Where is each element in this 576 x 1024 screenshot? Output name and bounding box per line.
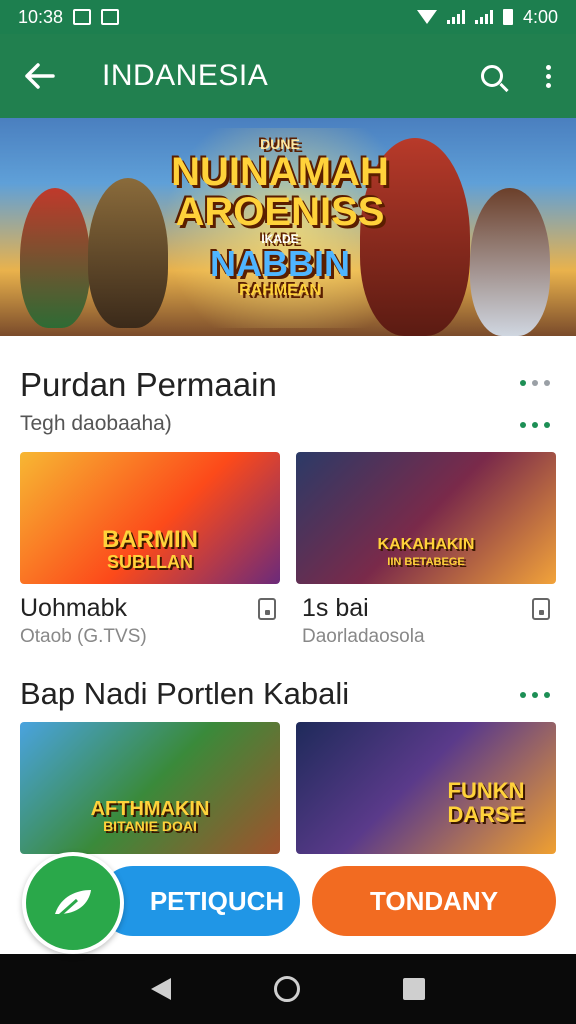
hero-banner[interactable]: DUNE NUINAMAH AROENISS IKADE NABBIN RAHM… bbox=[0, 118, 576, 336]
search-icon bbox=[481, 65, 503, 87]
subtitle-more-icon[interactable] bbox=[520, 422, 550, 428]
blue-action-button[interactable]: PETIQUCH bbox=[98, 866, 300, 936]
hero-title: DUNE NUINAMAH AROENISS IKADE NABBIN RAHM… bbox=[171, 136, 389, 299]
game-card-image[interactable]: AFTHMAKIN BITANIE DOAI bbox=[20, 722, 280, 854]
nav-home-icon[interactable] bbox=[273, 976, 300, 1002]
game-card-name[interactable]: 1s bai bbox=[302, 594, 369, 623]
battery-icon bbox=[502, 9, 513, 25]
app-bar: INDANESIA bbox=[0, 34, 576, 118]
game-card-image[interactable]: BARMIN SUBLLAN bbox=[20, 452, 280, 584]
status-time: 10:38 bbox=[18, 6, 64, 27]
hero-character-left bbox=[20, 188, 90, 328]
wifi-icon bbox=[416, 10, 437, 24]
arrow-left-icon bbox=[25, 63, 55, 89]
signal-2-icon bbox=[474, 10, 493, 24]
section-title: Purdan Permaain bbox=[20, 366, 277, 403]
system-nav-bar bbox=[0, 954, 576, 1024]
leaf-fab-button[interactable] bbox=[22, 852, 124, 954]
game-card-meta: Daorladaosola bbox=[302, 626, 425, 647]
back-button[interactable] bbox=[0, 34, 80, 118]
app-title: INDANESIA bbox=[102, 59, 269, 92]
status-bar: 10:38 4:00 bbox=[0, 0, 576, 34]
leaf-icon bbox=[55, 890, 91, 918]
status-battery-time: 4:00 bbox=[522, 6, 558, 27]
section-title: Bap Nadi Portlen Kabali bbox=[20, 676, 350, 711]
nav-back-icon[interactable] bbox=[151, 978, 172, 1000]
game-card-meta: Otaob (G.TVS) bbox=[20, 626, 147, 647]
section-subtitle: Tegh daobaaha) bbox=[20, 412, 172, 435]
search-button[interactable] bbox=[464, 34, 520, 118]
signal-icon bbox=[446, 10, 465, 24]
section-more-icon[interactable] bbox=[520, 692, 550, 698]
game-card-image[interactable]: FUNKN DARSE bbox=[296, 722, 556, 854]
orange-action-button[interactable]: TONDANY bbox=[312, 866, 556, 936]
game-card-name[interactable]: Uohmabk bbox=[20, 594, 127, 623]
bookmark-icon[interactable] bbox=[258, 598, 276, 620]
nav-recents-icon[interactable] bbox=[402, 978, 425, 1000]
game-card-image[interactable]: KAKAHAKIN IIN BETABEGE bbox=[296, 452, 556, 584]
bookmark-icon[interactable] bbox=[532, 598, 550, 620]
more-options-button[interactable] bbox=[520, 34, 576, 118]
notification-icon bbox=[73, 9, 92, 25]
more-vert-icon bbox=[545, 64, 551, 88]
image-notification-icon bbox=[101, 9, 120, 25]
section-more-icon[interactable] bbox=[520, 380, 550, 386]
hero-character-right bbox=[470, 188, 550, 336]
